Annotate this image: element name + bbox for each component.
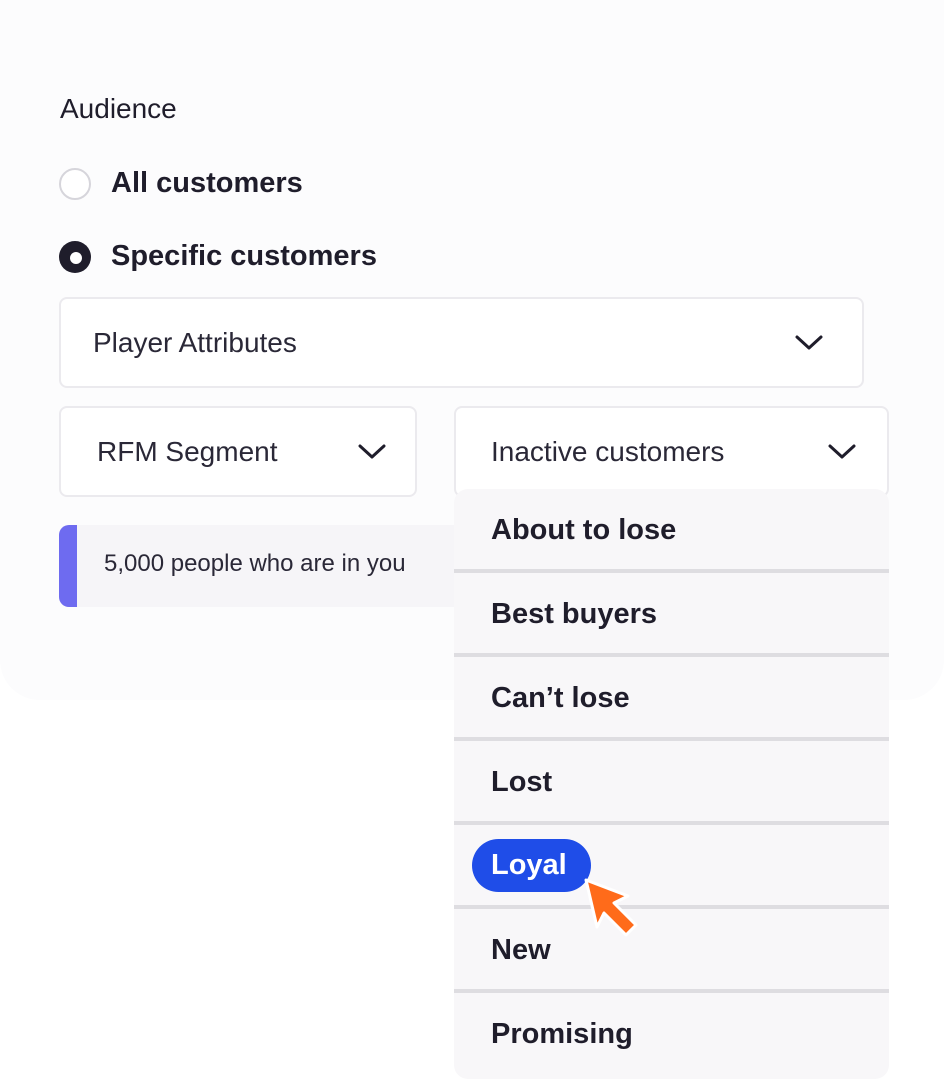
audience-heading: Audience	[60, 93, 177, 124]
audience-info-text: 5,000 people who are in you	[104, 550, 406, 577]
info-accent-bar	[59, 525, 77, 607]
chevron-down-icon	[358, 444, 386, 458]
attribute-select-value: Player Attributes	[93, 326, 297, 358]
menu-item-label: Best buyers	[491, 598, 658, 630]
segment-select[interactable]: RFM Segment	[59, 406, 417, 497]
value-select-value: Inactive customers	[491, 435, 725, 467]
radio-specific-customers[interactable]: Specific customers	[59, 240, 377, 273]
menu-item-new[interactable]: New	[454, 909, 889, 993]
radio-checked-icon[interactable]	[59, 240, 91, 273]
segment-select-value: RFM Segment	[97, 435, 278, 467]
audience-info-banner: 5,000 people who are in you	[59, 525, 459, 607]
menu-item-label: Promising	[491, 1018, 633, 1050]
chevron-down-icon	[795, 335, 823, 349]
chevron-down-icon	[828, 444, 856, 458]
menu-item-loyal[interactable]: Loyal	[454, 825, 889, 909]
menu-item-label: New	[491, 934, 551, 966]
value-select[interactable]: Inactive customers	[454, 406, 889, 497]
radio-all-customers[interactable]: All customers	[59, 167, 303, 200]
radio-all-customers-label: All customers	[111, 167, 303, 199]
menu-item-cant-lose[interactable]: Can’t lose	[454, 657, 889, 741]
menu-item-lost[interactable]: Lost	[454, 741, 889, 825]
mouse-pointer-icon	[584, 878, 638, 937]
menu-item-label: Can’t lose	[491, 682, 630, 714]
menu-item-promising[interactable]: Promising	[454, 993, 889, 1077]
menu-item-about-to-lose[interactable]: About to lose	[454, 489, 889, 573]
menu-item-label-highlighted: Loyal	[472, 839, 591, 892]
menu-item-label: Lost	[491, 766, 553, 798]
radio-specific-customers-label: Specific customers	[111, 240, 377, 272]
menu-item-label: About to lose	[491, 514, 677, 546]
radio-unchecked-icon[interactable]	[59, 167, 91, 200]
segment-dropdown-menu: About to lose Best buyers Can’t lose Los…	[454, 489, 889, 1079]
menu-item-best-buyers[interactable]: Best buyers	[454, 573, 889, 657]
attribute-select[interactable]: Player Attributes	[59, 297, 864, 388]
